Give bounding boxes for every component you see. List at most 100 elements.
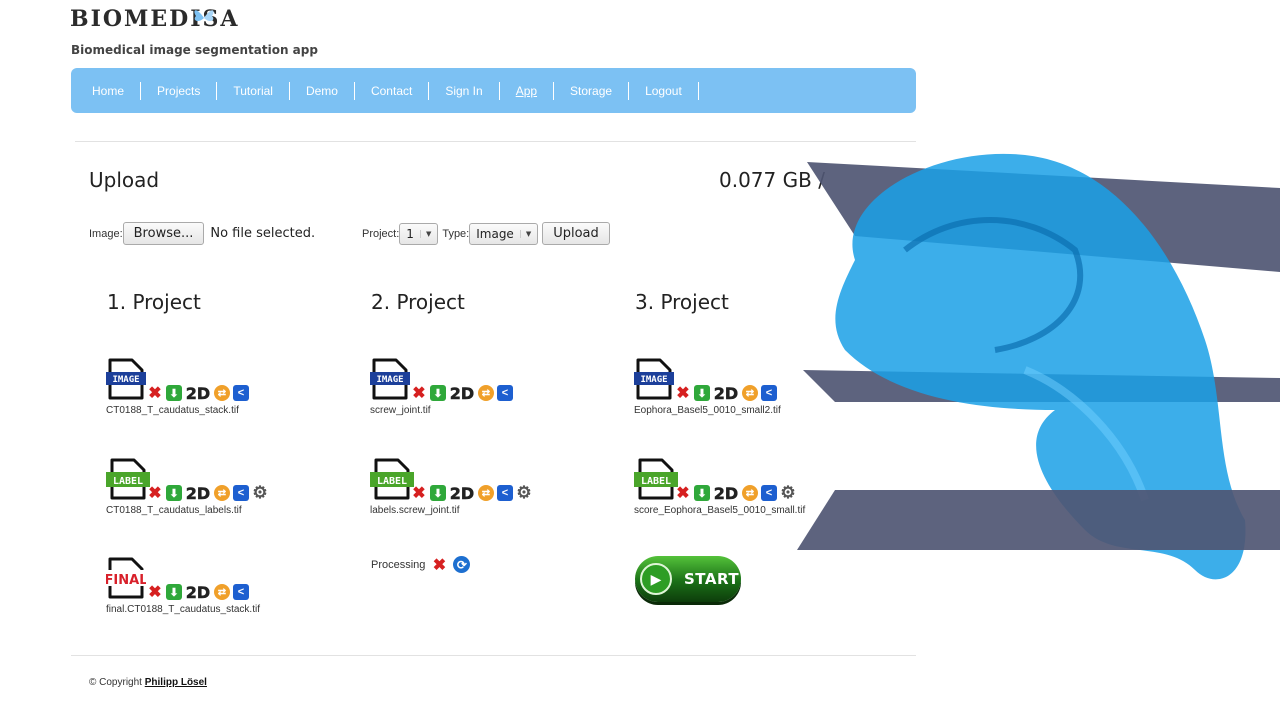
divider-bottom xyxy=(71,655,916,656)
share-icon[interactable]: < xyxy=(497,485,513,501)
biomedisa-logo[interactable]: BIOMEDISA xyxy=(70,6,240,32)
upload-title: Upload xyxy=(89,168,160,192)
project-2-image-file: IMAGE ✖ ⬇ 2D ⇄ < screw_joint.tif xyxy=(370,355,513,416)
upload-button[interactable]: Upload xyxy=(542,222,610,245)
label-filename: score_Eophora_Basel5_0010_small.tif xyxy=(634,505,806,516)
image-upload-row: Image: Browse... No file selected. xyxy=(89,222,315,245)
type-select-value: Image xyxy=(476,226,514,241)
convert-icon[interactable]: ⇄ xyxy=(214,584,230,600)
play-icon: ▶ xyxy=(640,563,672,595)
chevron-down-icon: ▼ xyxy=(419,229,431,238)
copyright-text: © Copyright xyxy=(89,677,142,688)
image-filename: Eophora_Basel5_0010_small2.tif xyxy=(634,405,781,416)
gear-icon[interactable]: ⚙ xyxy=(780,483,796,502)
gear-icon[interactable]: ⚙ xyxy=(252,483,268,502)
project-3-title: 3. Project xyxy=(635,290,729,314)
share-icon[interactable]: < xyxy=(497,385,513,401)
cancel-icon[interactable]: ✖ xyxy=(431,557,447,574)
image-filename: screw_joint.tif xyxy=(370,405,431,416)
share-icon[interactable]: < xyxy=(761,485,777,501)
download-icon[interactable]: ⬇ xyxy=(694,385,710,401)
project-3-image-file: IMAGE ✖ ⬇ 2D ⇄ < Eophora_Basel5_0010_sma… xyxy=(634,355,781,416)
chevron-down-icon: ▼ xyxy=(519,229,531,238)
nav-tutorial[interactable]: Tutorial xyxy=(217,81,290,100)
logo-subtitle: Biomedical image segmentation app xyxy=(71,43,318,57)
image-badge-text: IMAGE xyxy=(640,375,667,385)
share-icon[interactable]: < xyxy=(233,584,249,600)
final-file-icon[interactable]: FINAL xyxy=(105,556,147,600)
label-filename: CT0188_T_caudatus_labels.tif xyxy=(106,505,242,516)
label-badge-text: LABEL xyxy=(641,476,671,487)
convert-icon[interactable]: ⇄ xyxy=(214,485,230,501)
download-icon[interactable]: ⬇ xyxy=(166,385,182,401)
nav-storage[interactable]: Storage xyxy=(554,81,630,100)
2d-view-icon[interactable]: 2D xyxy=(449,383,475,403)
share-icon[interactable]: < xyxy=(233,385,249,401)
image-file-icon[interactable]: IMAGE xyxy=(634,357,674,401)
ct-slice-bottom xyxy=(797,490,1280,550)
project-select[interactable]: 1 ▼ xyxy=(399,222,439,245)
butterfly-icon xyxy=(190,4,218,33)
project-1-label-file: LABEL ✖ ⬇ 2D ⇄ < ⚙ CT0188_T_caudatus_lab… xyxy=(106,455,268,516)
share-icon[interactable]: < xyxy=(233,485,249,501)
download-icon[interactable]: ⬇ xyxy=(694,485,710,501)
2d-view-icon[interactable]: 2D xyxy=(185,483,211,503)
nav-contact[interactable]: Contact xyxy=(355,81,430,100)
refresh-icon[interactable]: ⟳ xyxy=(453,556,471,573)
convert-icon[interactable]: ⇄ xyxy=(742,485,758,501)
2d-view-icon[interactable]: 2D xyxy=(713,383,739,403)
nav-sign-in[interactable]: Sign In xyxy=(429,81,500,100)
image-file-icon[interactable]: IMAGE xyxy=(370,357,410,401)
label-file-icon[interactable]: LABEL xyxy=(634,457,678,501)
image-label: Image: xyxy=(89,227,123,240)
delete-icon[interactable]: ✖ xyxy=(675,385,691,402)
nav-app[interactable]: App xyxy=(500,81,555,100)
start-button[interactable]: ▶ START xyxy=(635,556,741,602)
processing-status: Processing xyxy=(371,558,426,571)
nav-projects[interactable]: Projects xyxy=(141,81,218,100)
label-file-icon[interactable]: LABEL xyxy=(106,457,150,501)
download-icon[interactable]: ⬇ xyxy=(430,385,446,401)
image-badge-text: IMAGE xyxy=(112,375,139,385)
divider-top xyxy=(75,141,916,142)
convert-icon[interactable]: ⇄ xyxy=(478,385,494,401)
label-badge-text: LABEL xyxy=(113,476,143,487)
footer: © Copyright Philipp Lösel xyxy=(89,677,207,688)
author-link[interactable]: Philipp Lösel xyxy=(145,677,207,688)
final-filename: final.CT0188_T_caudatus_stack.tif xyxy=(106,604,260,615)
download-icon[interactable]: ⬇ xyxy=(166,485,182,501)
2d-view-icon[interactable]: 2D xyxy=(185,383,211,403)
nav-demo[interactable]: Demo xyxy=(290,81,355,100)
project-type-row: Project: 1 ▼ Type: Image ▼ Upload xyxy=(362,222,610,245)
project-1-final-file: FINAL ✖ ⬇ 2D ⇄ < final.CT0188_T_caudatus… xyxy=(105,554,260,615)
convert-icon[interactable]: ⇄ xyxy=(214,385,230,401)
label-file-icon[interactable]: LABEL xyxy=(370,457,414,501)
download-icon[interactable]: ⬇ xyxy=(430,485,446,501)
delete-icon[interactable]: ✖ xyxy=(147,584,163,601)
delete-icon[interactable]: ✖ xyxy=(147,385,163,402)
type-select[interactable]: Image ▼ xyxy=(469,222,539,245)
image-file-icon[interactable]: IMAGE xyxy=(106,357,146,401)
browse-button[interactable]: Browse... xyxy=(122,222,205,245)
2d-view-icon[interactable]: 2D xyxy=(713,483,739,503)
gear-icon[interactable]: ⚙ xyxy=(516,483,532,502)
label-filename: labels.screw_joint.tif xyxy=(370,505,460,516)
share-icon[interactable]: < xyxy=(761,385,777,401)
nav-logout[interactable]: Logout xyxy=(629,81,699,100)
download-icon[interactable]: ⬇ xyxy=(166,584,182,600)
project-label: Project: xyxy=(362,227,400,240)
2d-view-icon[interactable]: 2D xyxy=(185,582,211,602)
2d-view-icon[interactable]: 2D xyxy=(449,483,475,503)
project-select-value: 1 xyxy=(406,226,414,241)
delete-icon[interactable]: ✖ xyxy=(411,385,427,402)
convert-icon[interactable]: ⇄ xyxy=(478,485,494,501)
project-1-title: 1. Project xyxy=(107,290,201,314)
type-label: Type: xyxy=(442,227,470,240)
label-badge-text: LABEL xyxy=(377,476,407,487)
project-3-label-file: LABEL ✖ ⬇ 2D ⇄ < ⚙ score_Eophora_Basel5_… xyxy=(634,455,805,516)
main-navbar: Home Projects Tutorial Demo Contact Sign… xyxy=(71,68,916,113)
convert-icon[interactable]: ⇄ xyxy=(742,385,758,401)
project-2-label-file: LABEL ✖ ⬇ 2D ⇄ < ⚙ labels.screw_joint.ti… xyxy=(370,455,532,516)
nav-home[interactable]: Home xyxy=(76,81,142,100)
project-2-processing: Processing ✖ ⟳ xyxy=(371,556,471,574)
